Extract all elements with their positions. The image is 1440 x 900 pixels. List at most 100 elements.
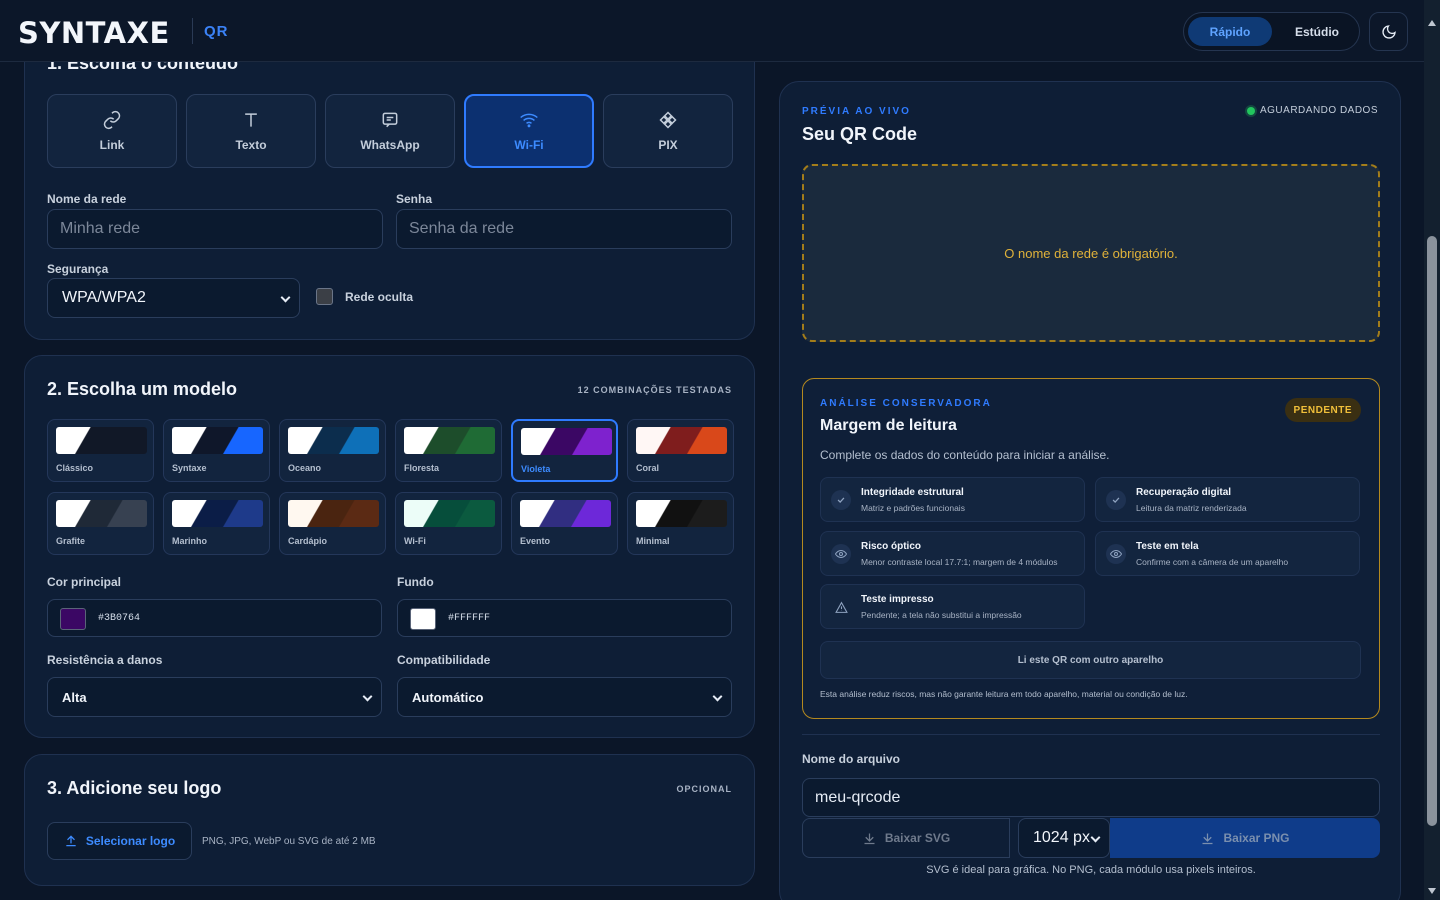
mode-quick-button[interactable]: Rápido <box>1188 17 1272 46</box>
template-swatch <box>404 500 495 527</box>
main-color-swatch[interactable] <box>60 608 86 630</box>
template-swatch <box>56 500 147 527</box>
network-name-label: Nome da rede <box>47 192 127 206</box>
content-type-whatsapp[interactable]: WhatsApp <box>325 94 455 168</box>
warning-icon <box>831 597 851 617</box>
download-png-button[interactable]: Baixar PNG <box>1110 818 1380 858</box>
download-png-label: Baixar PNG <box>1223 831 1290 845</box>
template-swatch <box>404 427 495 454</box>
read-with-other-device-button[interactable]: Li este QR com outro aparelho <box>820 641 1361 679</box>
check-icon <box>831 490 851 510</box>
logo-format-hint: PNG, JPG, WebP ou SVG de até 2 MB <box>202 836 376 847</box>
template-name: Syntaxe <box>172 463 207 473</box>
chevron-down-icon <box>362 691 373 702</box>
template-wi-fi[interactable]: Wi-Fi <box>395 492 502 555</box>
damage-resistance-select[interactable]: Alta <box>47 677 382 717</box>
check-title: Teste em tela <box>1136 541 1199 552</box>
select-logo-button[interactable]: Selecionar logo <box>47 822 192 860</box>
preview-panel: PRÉVIA AO VIVO Seu QR Code AGUARDANDO DA… <box>779 81 1401 900</box>
link-icon <box>103 110 121 130</box>
step2-title: 2. Escolha um modelo <box>47 379 238 399</box>
template-violeta[interactable]: Violeta <box>511 419 618 482</box>
analysis-card: ANÁLISE CONSERVADORA PENDENTE Margem de … <box>802 378 1380 719</box>
content-type-wifi[interactable]: Wi-Fi <box>464 94 594 168</box>
template-swatch <box>636 427 727 454</box>
compatibility-select[interactable]: Automático <box>397 677 732 717</box>
hidden-network-label[interactable]: Rede oculta <box>345 290 413 304</box>
chevron-down-icon <box>712 691 723 702</box>
download-svg-label: Baixar SVG <box>884 831 951 845</box>
template-minimal[interactable]: Minimal <box>627 492 734 555</box>
status-text: AGUARDANDO DADOS <box>1259 105 1378 116</box>
template-count: 12 COMBINAÇÕES TESTADAS <box>577 385 732 395</box>
content-card: 1. Escolha o conteúdo Link Texto WhatsAp… <box>24 30 755 340</box>
security-select[interactable]: WPA/WPA2 <box>47 278 300 318</box>
preview-title: Seu QR Code <box>802 124 918 144</box>
security-label: Segurança <box>47 262 109 276</box>
compatibility-value: Automático <box>412 689 484 705</box>
main-color-label: Cor principal <box>47 575 122 589</box>
template-name: Grafite <box>56 536 86 546</box>
template-marinho[interactable]: Marinho <box>163 492 270 555</box>
template-coral[interactable]: Coral <box>627 419 734 482</box>
theme-toggle-button[interactable] <box>1369 12 1408 51</box>
preview-status: AGUARDANDO DADOS <box>1246 105 1378 116</box>
status-badge: PENDENTE <box>1284 398 1361 422</box>
filename-input[interactable]: meu-qrcode <box>802 778 1380 817</box>
template-name: Coral <box>636 463 660 473</box>
template-oceano[interactable]: Oceano <box>279 419 386 482</box>
scrollbar[interactable] <box>1424 0 1440 900</box>
brand-suffix: QR <box>204 23 229 40</box>
brand-logo[interactable]: SYNTAXE <box>18 16 170 50</box>
main-color-input[interactable]: #3B0764 <box>47 599 382 637</box>
scroll-down-icon[interactable] <box>1428 888 1436 894</box>
mode-studio-button[interactable]: Estúdio <box>1278 17 1356 46</box>
template-syntaxe[interactable]: Syntaxe <box>163 419 270 482</box>
template-swatch <box>56 427 147 454</box>
check-description: Menor contraste local 17.7:1; margem de … <box>861 557 1058 567</box>
template-name: Clássico <box>56 463 94 473</box>
template-name: Minimal <box>636 536 670 546</box>
template-name: Violeta <box>521 464 551 474</box>
template-swatch <box>288 427 379 454</box>
background-color-input[interactable]: #FFFFFF <box>397 599 732 637</box>
download-svg-button[interactable]: Baixar SVG <box>802 818 1010 858</box>
select-logo-label: Selecionar logo <box>85 834 176 848</box>
template-floresta[interactable]: Floresta <box>395 419 502 482</box>
template-card-pio[interactable]: Cardápio <box>279 492 386 555</box>
check-description: Matriz e padrões funcionais <box>861 503 965 513</box>
scroll-thumb[interactable] <box>1427 236 1437 826</box>
chat-icon <box>382 112 398 128</box>
chevron-down-icon <box>280 292 291 303</box>
check-title: Risco óptico <box>861 541 922 552</box>
template-grafite[interactable]: Grafite <box>47 492 154 555</box>
download-icon <box>864 833 875 844</box>
content-type-label: WhatsApp <box>360 138 420 152</box>
png-size-select[interactable]: 1024 px <box>1018 818 1110 858</box>
template-name: Oceano <box>288 463 322 473</box>
scroll-up-icon[interactable] <box>1428 20 1436 26</box>
template-card: 2. Escolha um modelo 12 COMBINAÇÕES TEST… <box>24 355 755 738</box>
template-cl-ssico[interactable]: Clássico <box>47 419 154 482</box>
content-type-link[interactable]: Link <box>47 94 177 168</box>
template-name: Marinho <box>172 536 207 546</box>
damage-resistance-label: Resistência a danos <box>47 653 163 667</box>
content-type-text[interactable]: Texto <box>186 94 316 168</box>
chevron-down-icon <box>1090 832 1101 843</box>
preview-eyebrow: PRÉVIA AO VIVO <box>802 106 911 117</box>
hidden-network-checkbox[interactable] <box>316 288 333 305</box>
pix-icon <box>659 111 677 129</box>
template-evento[interactable]: Evento <box>511 492 618 555</box>
text-icon <box>245 113 257 127</box>
check-print-test: Teste impresso Pendente; a tela não subs… <box>820 584 1085 629</box>
export-note: SVG é ideal para gráfica. No PNG, cada m… <box>926 864 1256 876</box>
optional-label: OPCIONAL <box>676 784 732 794</box>
password-input[interactable] <box>396 209 732 249</box>
content-type-pix[interactable]: PIX <box>603 94 733 168</box>
check-icon <box>1106 490 1126 510</box>
background-color-swatch[interactable] <box>410 608 436 630</box>
divider <box>802 734 1380 735</box>
network-name-input[interactable] <box>47 209 383 249</box>
content-type-label: Wi-Fi <box>514 138 544 152</box>
top-bar: SYNTAXE QR Rápido Estúdio <box>0 0 1424 62</box>
